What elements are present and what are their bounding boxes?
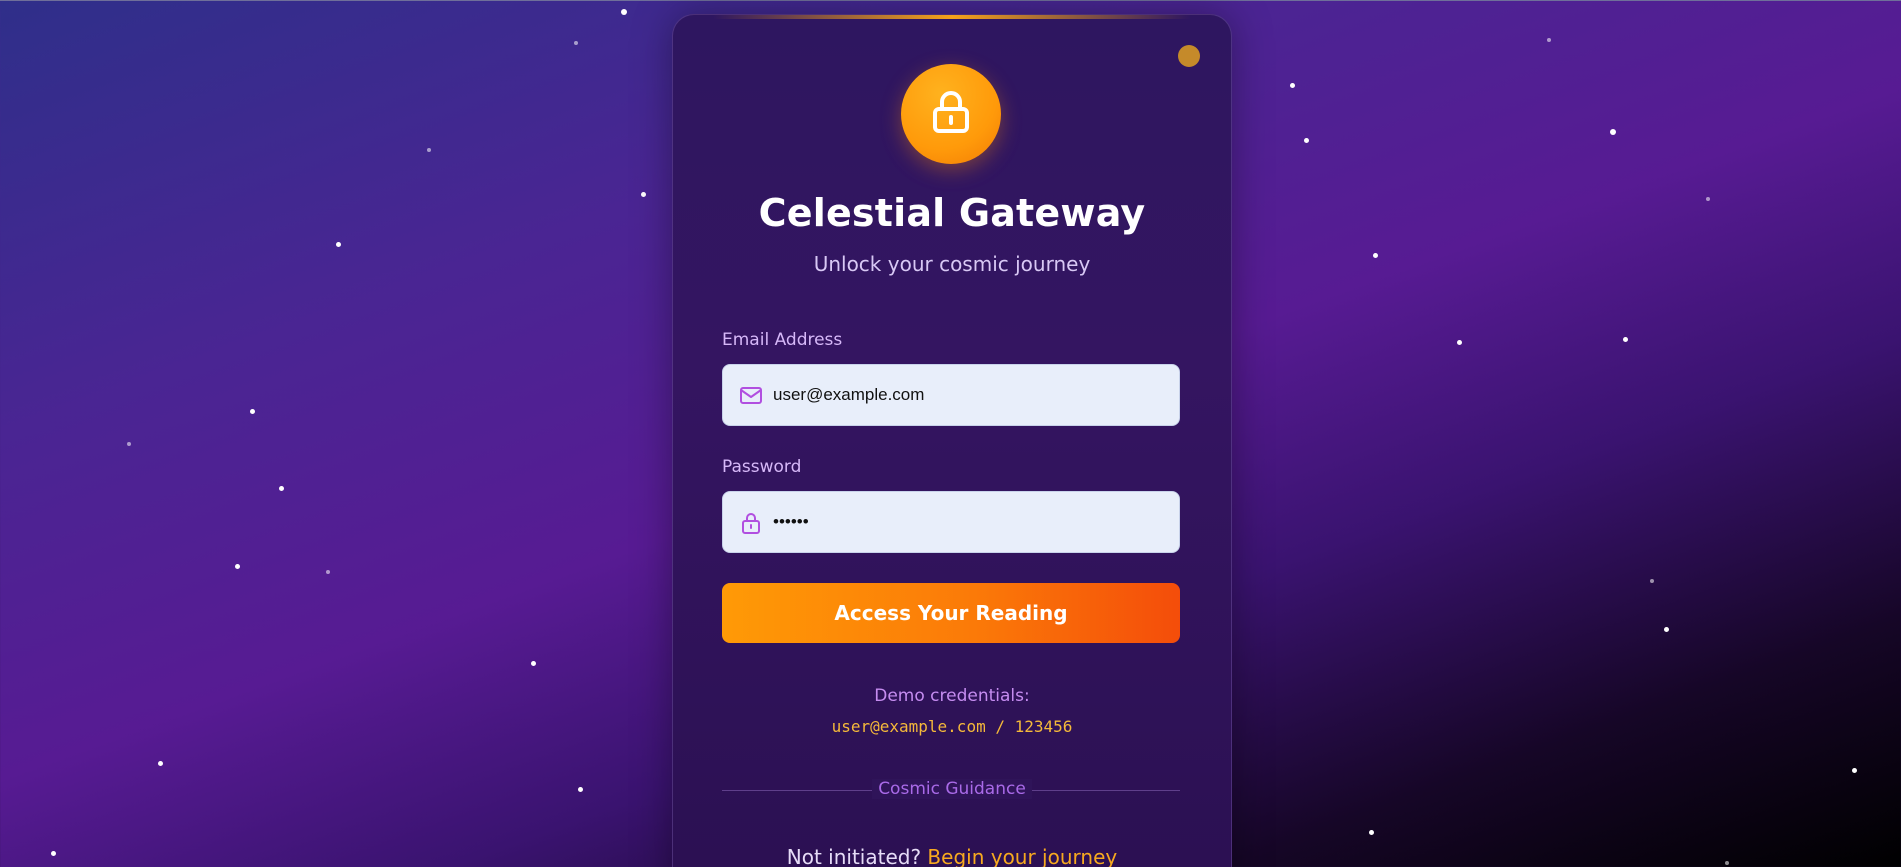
divider-label: Cosmic Guidance [872, 779, 1032, 799]
password-field-wrapper[interactable] [722, 491, 1180, 553]
star [1369, 830, 1374, 835]
login-card: Celestial Gateway Unlock your cosmic jou… [672, 14, 1232, 867]
access-reading-button[interactable]: Access Your Reading [722, 583, 1180, 643]
star [1547, 38, 1551, 42]
star [1852, 768, 1857, 773]
star [336, 242, 341, 247]
star [574, 41, 578, 45]
logo-badge [901, 64, 1001, 164]
email-label: Email Address [722, 330, 843, 350]
star [427, 148, 431, 152]
card-top-glow [713, 15, 1191, 19]
demo-credentials-value: user@example.com / 123456 [831, 717, 1073, 736]
star [235, 564, 240, 569]
star [1664, 627, 1669, 632]
star [1373, 253, 1378, 258]
star [578, 787, 583, 792]
begin-journey-link[interactable]: Begin your journey [927, 845, 1117, 867]
star [1725, 861, 1729, 865]
star [326, 570, 330, 574]
star [250, 409, 255, 414]
email-field-wrapper[interactable] [722, 364, 1180, 426]
star [158, 761, 163, 766]
page-subtitle: Unlock your cosmic journey [813, 252, 1091, 276]
star [127, 442, 131, 446]
lock-icon [739, 512, 763, 534]
lock-icon [929, 89, 973, 139]
divider: Cosmic Guidance [673, 779, 1231, 799]
star [1706, 197, 1710, 201]
password-label: Password [722, 457, 802, 477]
star [1457, 340, 1462, 345]
star [1610, 129, 1616, 135]
star [51, 851, 56, 856]
window-top-edge [0, 0, 1901, 1]
signup-prompt: Not initiated? Begin your journey [673, 845, 1231, 867]
star [531, 661, 536, 666]
signup-prompt-text: Not initiated? [786, 845, 922, 867]
star [279, 486, 284, 491]
mail-icon [739, 385, 763, 407]
star [1290, 83, 1295, 88]
star [621, 9, 627, 15]
card-orb-decoration [1178, 45, 1200, 67]
page-title: Celestial Gateway [758, 191, 1146, 235]
star [641, 192, 646, 197]
password-input[interactable] [773, 492, 1163, 552]
star [1623, 337, 1628, 342]
demo-credentials-label: Demo credentials: [874, 686, 1030, 706]
star [1650, 579, 1654, 583]
email-input[interactable] [773, 365, 1163, 425]
star [1304, 138, 1309, 143]
